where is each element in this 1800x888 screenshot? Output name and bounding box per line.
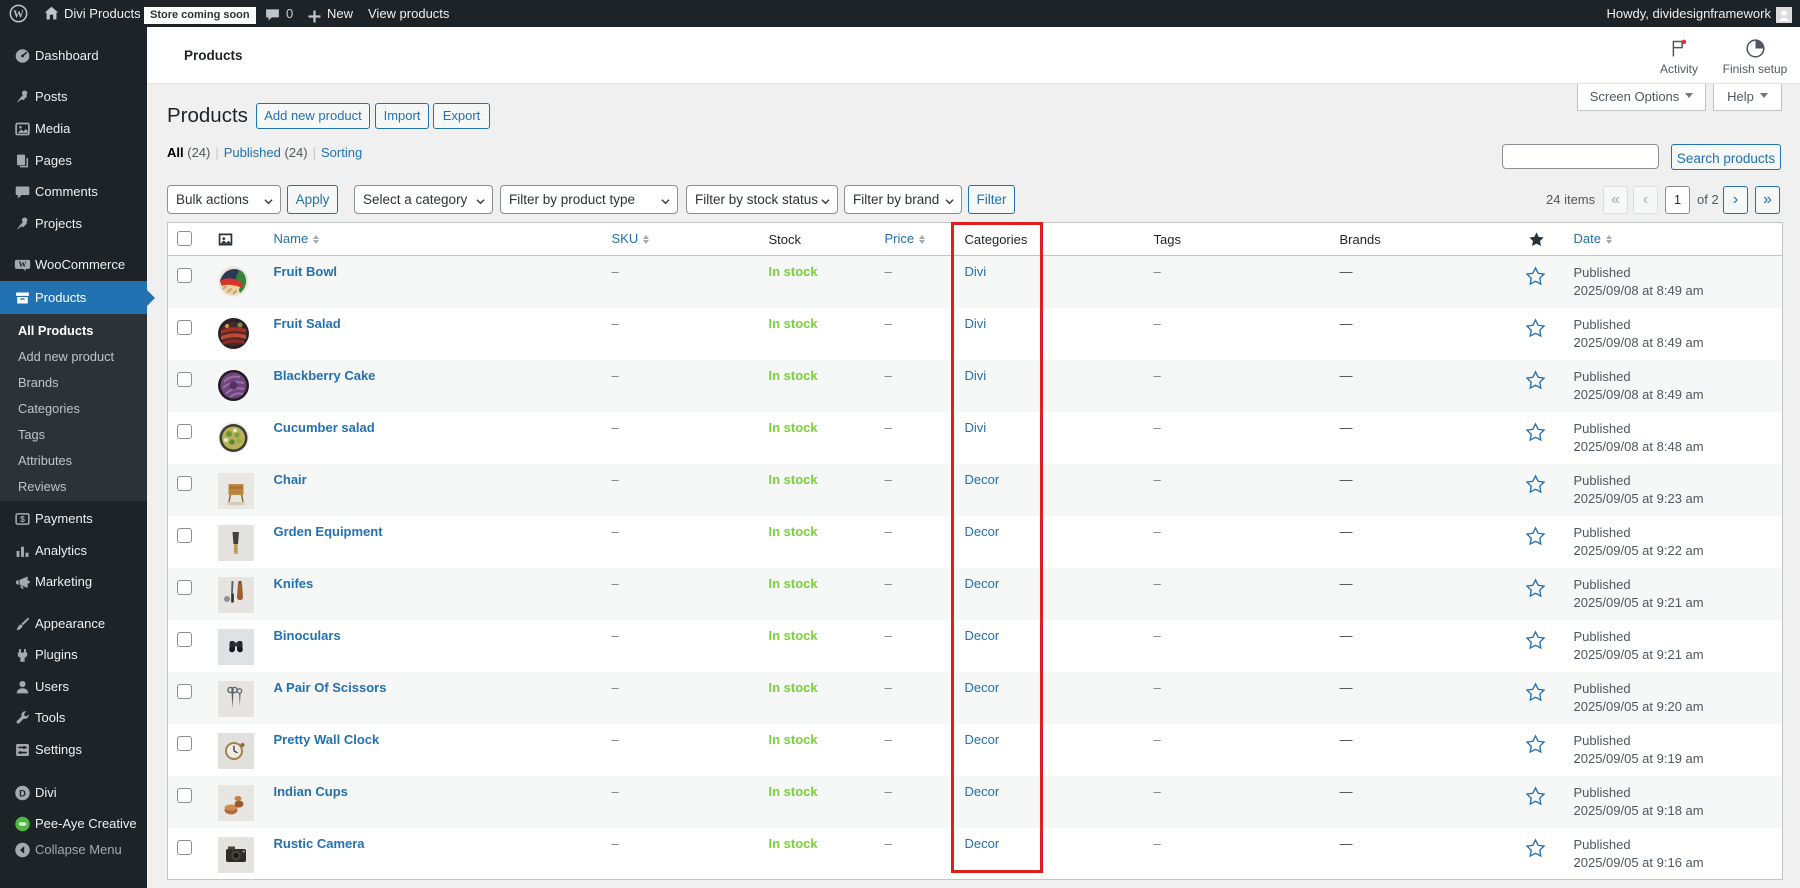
svg-text:W: W <box>13 9 24 20</box>
svg-text:D: D <box>19 788 26 798</box>
svg-text:$: $ <box>20 514 25 524</box>
svg-text:W: W <box>18 260 26 269</box>
